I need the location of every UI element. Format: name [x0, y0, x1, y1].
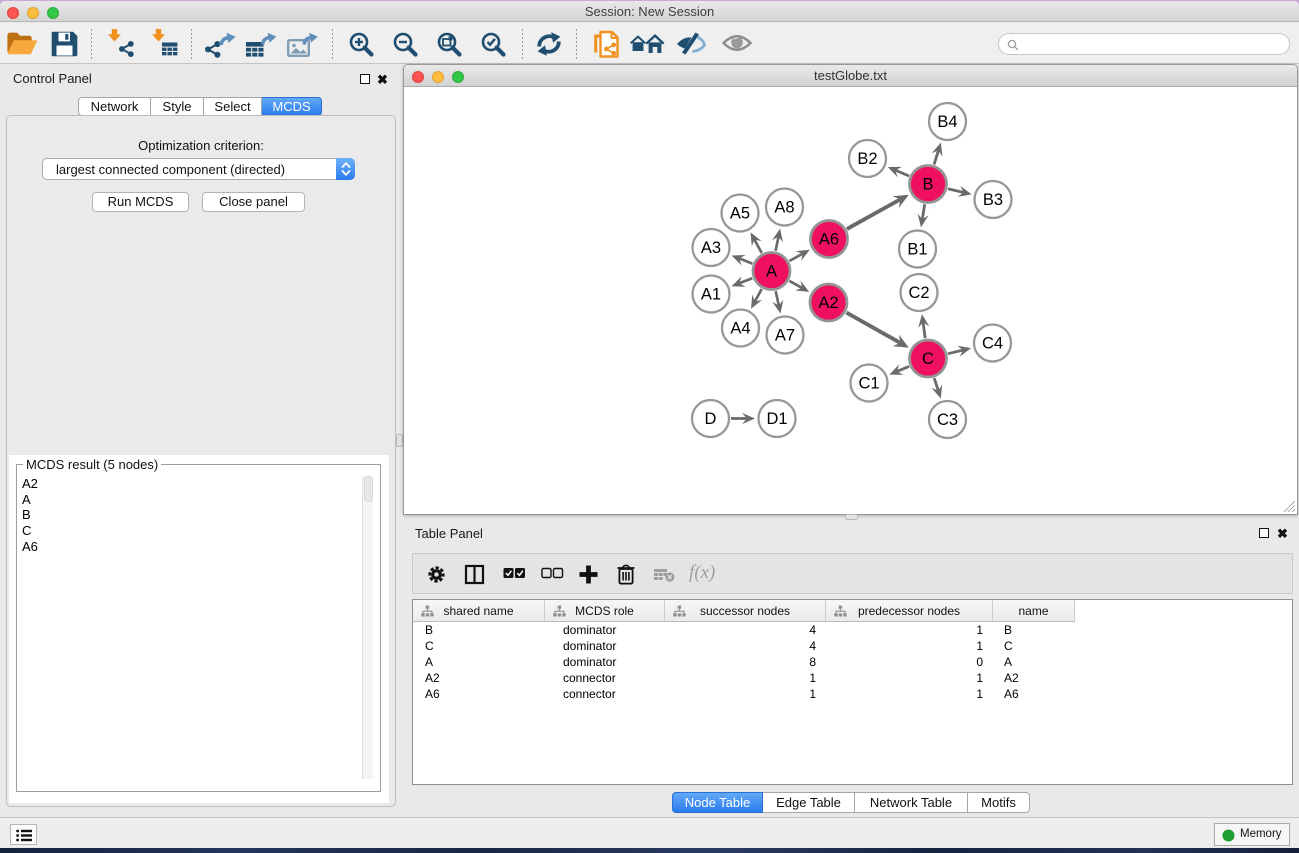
- svg-text:C3: C3: [937, 411, 958, 429]
- svg-text:C4: C4: [982, 335, 1003, 353]
- svg-text:C: C: [922, 350, 934, 368]
- svg-text:A8: A8: [774, 199, 794, 217]
- svg-text:B2: B2: [857, 150, 877, 168]
- svg-text:A2: A2: [818, 294, 838, 312]
- svg-text:A4: A4: [730, 320, 750, 338]
- svg-text:A6: A6: [819, 231, 839, 249]
- svg-text:B3: B3: [983, 191, 1003, 209]
- svg-text:A3: A3: [701, 239, 721, 257]
- svg-text:D1: D1: [766, 410, 787, 428]
- svg-text:D: D: [705, 410, 717, 428]
- svg-text:C1: C1: [858, 375, 879, 393]
- svg-text:C2: C2: [908, 284, 929, 302]
- svg-text:A: A: [766, 263, 777, 281]
- svg-text:B1: B1: [907, 241, 927, 259]
- svg-text:B4: B4: [937, 113, 957, 131]
- svg-text:B: B: [922, 176, 933, 194]
- svg-text:A5: A5: [730, 205, 750, 223]
- svg-text:A1: A1: [701, 286, 721, 304]
- svg-text:A7: A7: [775, 327, 795, 345]
